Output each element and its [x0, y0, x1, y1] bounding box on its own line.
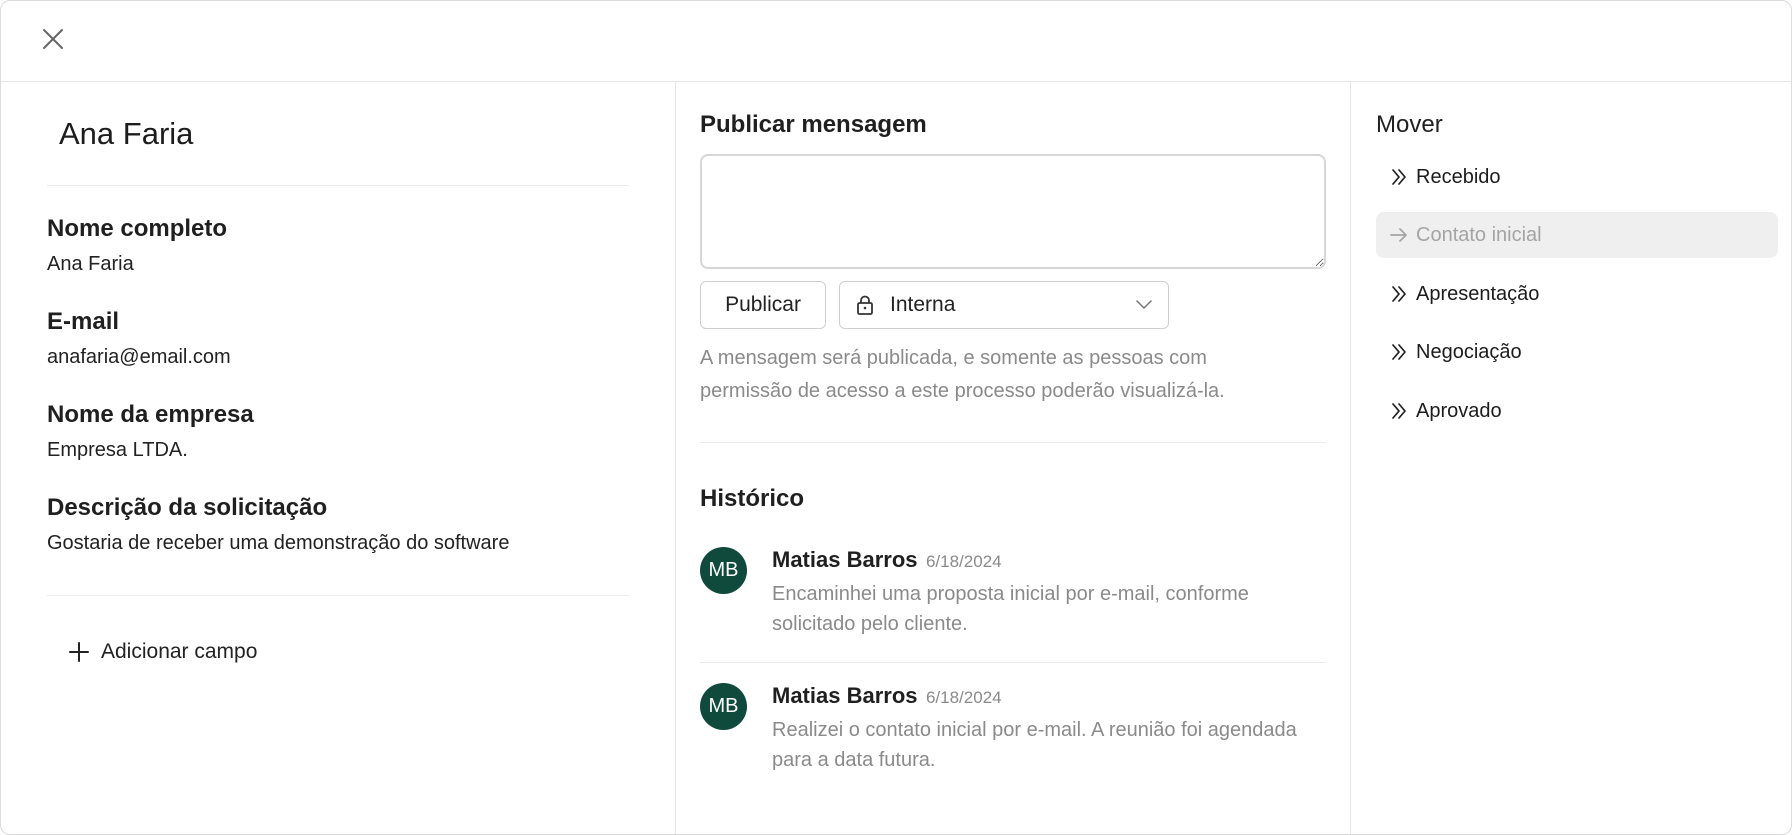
- visibility-selected-value: Interna: [890, 293, 956, 316]
- stage-label: Recebido: [1416, 165, 1501, 188]
- publish-title: Publicar mensagem: [700, 111, 927, 138]
- field-full-name: Nome completo Ana Faria: [47, 215, 227, 276]
- publish-hint: A mensagem será publicada, e somente as …: [700, 347, 1225, 402]
- history-author: Matias Barros: [772, 547, 918, 572]
- modal-header: [1, 1, 1791, 82]
- field-label: E-mail: [47, 308, 120, 335]
- stage-label: Negociação: [1416, 340, 1522, 363]
- close-button[interactable]: [37, 23, 69, 55]
- detail-modal: Ana Faria Nome completo Ana Faria E-mail…: [0, 0, 1792, 835]
- avatar: MB: [700, 547, 747, 594]
- field-label: Nome da empresa: [47, 401, 254, 428]
- add-field-button[interactable]: Adicionar campo: [69, 640, 257, 664]
- plus-icon: [69, 642, 89, 662]
- history-body: Matias Barros 6/18/2024 Realizei o conta…: [772, 683, 1326, 775]
- history-date: 6/18/2024: [925, 552, 1002, 571]
- divider: [47, 185, 629, 186]
- double-chevron-right-icon: [1392, 286, 1406, 302]
- avatar: MB: [700, 683, 747, 730]
- field-request-description: Descrição da solicitação Gostaria de rec…: [47, 494, 509, 555]
- double-chevron-right-icon: [1392, 344, 1406, 360]
- message-textarea[interactable]: [700, 154, 1326, 269]
- field-email: E-mail anafaria@email.com: [47, 308, 231, 369]
- stage-contato-inicial: Contato inicial: [1376, 212, 1778, 258]
- field-value: anafaria@email.com: [47, 346, 231, 368]
- history-author: Matias Barros: [772, 683, 918, 708]
- history-title: Histórico: [700, 485, 805, 512]
- stage-aprovado[interactable]: Aprovado: [1376, 388, 1778, 434]
- add-field-label: Adicionar campo: [101, 640, 258, 663]
- history-date: 6/18/2024: [925, 688, 1002, 707]
- close-icon: [43, 29, 63, 49]
- double-chevron-right-icon: [1392, 403, 1406, 419]
- move-title: Mover: [1376, 111, 1443, 138]
- stage-label: Apresentação: [1416, 282, 1540, 305]
- contact-panel: Ana Faria Nome completo Ana Faria E-mail…: [1, 82, 676, 834]
- stage-negociacao[interactable]: Negociação: [1376, 329, 1778, 375]
- publish-panel: Publicar mensagem Publicar Interna A men…: [676, 82, 1351, 834]
- divider: [47, 595, 629, 596]
- arrow-right-icon: [1390, 228, 1407, 242]
- lock-icon: [857, 295, 873, 315]
- publish-button[interactable]: Publicar: [700, 281, 826, 329]
- field-value: Gostaria de receber uma demonstração do …: [47, 532, 510, 554]
- move-panel: Mover Recebido Contato inicial Apresenta…: [1351, 82, 1791, 834]
- double-chevron-right-icon: [1392, 169, 1406, 185]
- contact-name: Ana Faria: [59, 116, 194, 151]
- history-body: Matias Barros 6/18/2024 Encaminhei uma p…: [772, 547, 1326, 639]
- divider: [700, 662, 1326, 663]
- visibility-select[interactable]: Interna: [839, 281, 1169, 329]
- history-text: Realizei o contato inicial por e-mail. A…: [772, 719, 1297, 771]
- divider: [700, 442, 1326, 443]
- history-text: Encaminhei uma proposta inicial por e-ma…: [772, 583, 1249, 635]
- stage-label: Aprovado: [1416, 399, 1502, 422]
- field-value: Empresa LTDA.: [47, 439, 188, 461]
- chevron-down-icon: [1136, 300, 1152, 310]
- field-company: Nome da empresa Empresa LTDA.: [47, 401, 254, 462]
- stage-label: Contato inicial: [1416, 223, 1542, 246]
- stage-recebido[interactable]: Recebido: [1376, 154, 1778, 200]
- stage-apresentacao[interactable]: Apresentação: [1376, 271, 1778, 317]
- field-value: Ana Faria: [47, 253, 134, 275]
- field-label: Nome completo: [47, 215, 228, 242]
- field-label: Descrição da solicitação: [47, 494, 328, 521]
